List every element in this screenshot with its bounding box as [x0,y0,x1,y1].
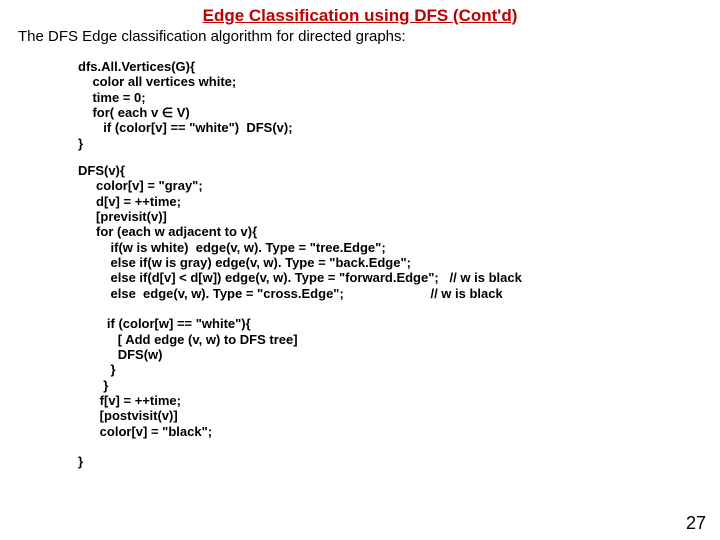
page-number: 27 [686,513,706,534]
slide-subtitle: The DFS Edge classification algorithm fo… [18,28,702,45]
slide-title: Edge Classification using DFS (Cont'd) [18,6,702,26]
code-block-dfs: DFS(v){ color[v] = "gray"; d[v] = ++time… [78,163,702,470]
slide: Edge Classification using DFS (Cont'd) T… [0,0,720,540]
code-block-dfs-all-vertices: dfs.All.Vertices(G){ color all vertices … [78,59,702,151]
